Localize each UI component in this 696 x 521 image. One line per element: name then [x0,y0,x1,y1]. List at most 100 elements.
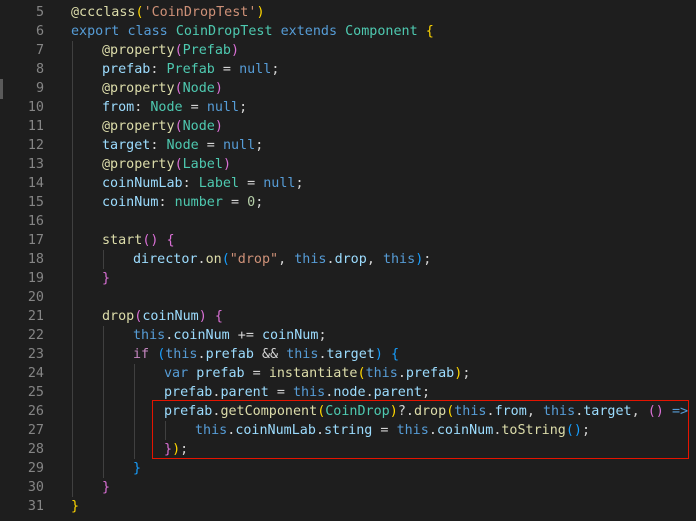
code-token: CoinDrop [325,404,390,419]
code-token: . [197,347,206,362]
code-token: Component [345,24,418,39]
code-text: start() { [102,231,175,250]
code-token: getComponent [220,404,318,419]
code-token: . [197,252,206,267]
code-text: prefab.parent = this.node.parent; [164,383,430,402]
code-line[interactable]: 18 director.on("drop", this.drop, this); [0,250,696,269]
indent-guide [72,459,73,478]
code-token: ; [255,138,264,153]
indent-guide [72,231,73,250]
code-line[interactable]: 30} [0,478,696,497]
code-token: prefab [164,385,213,400]
code-text: if (this.prefab && this.target) { [133,345,399,364]
code-token: } [71,499,80,514]
code-line[interactable]: 9 @property(Node) [0,79,696,98]
indent-guide [165,421,166,440]
line-number: 23 [27,347,44,362]
line-number: 26 [27,404,44,419]
code-line[interactable]: 17 start() { [0,231,696,250]
code-text: var prefab = instantiate(this.prefab); [164,364,470,383]
code-token: node [333,385,366,400]
code-token: . [428,423,437,438]
code-token: from [494,404,527,419]
line-number: 9 [35,81,44,96]
code-line[interactable]: 15 coinNum: number = 0; [0,193,696,212]
code-line[interactable]: 16 [0,212,696,231]
line-number: 27 [27,423,44,438]
code-token: ; [422,385,431,400]
code-line[interactable]: 12 target: Node = null; [0,136,696,155]
code-line[interactable]: 13 @property(Label) [0,155,696,174]
code-text: } [133,459,141,478]
code-token: @property [102,157,175,172]
code-text: }); [164,440,188,459]
code-token: coinNum [102,195,159,210]
line-number: 14 [27,176,44,191]
code-token: from [102,100,135,115]
code-line[interactable]: 23 if (this.prefab && this.target) { [0,345,696,364]
code-line[interactable]: 24 var prefab = instantiate(this.prefab); [0,364,696,383]
code-line[interactable]: 14 coinNumLab: Label = null; [0,174,696,193]
code-line[interactable]: 29} [0,459,696,478]
indent-guide [103,250,104,269]
code-token: director [133,252,198,267]
code-text: from: Node = null; [102,98,247,117]
code-line[interactable]: 5 @ccclass('CoinDropTest') [0,3,696,22]
code-line[interactable]: 26 prefab.getComponent(CoinDrop)?.drop(th… [0,402,696,421]
code-line[interactable]: 22 this.coinNum += coinNum; [0,326,696,345]
code-token: . [326,252,335,267]
line-number: 19 [27,271,44,286]
indent-guide [72,364,73,383]
code-text: @property(Node) [102,79,223,98]
code-text: prefab.getComponent(CoinDrop)?.drop(this… [164,402,696,421]
code-line[interactable]: 28}); [0,440,696,459]
code-token: null [263,176,296,191]
code-token: () [647,404,664,419]
code-token: if [133,347,150,362]
code-token: target [326,347,375,362]
code-line[interactable]: 27 this.coinNumLab.string = this.coinNum.… [0,421,696,440]
code-text: @ccclass('CoinDropTest') [71,3,265,22]
code-token: ; [423,252,432,267]
code-token: target [583,404,632,419]
code-line[interactable]: 11 @property(Node) [0,117,696,136]
code-token: drop [102,309,135,324]
code-text: director.on("drop", this.drop, this); [133,250,431,269]
code-token: += [229,328,262,343]
code-token: number [174,195,223,210]
code-line[interactable]: 10 from: Node = null; [0,98,696,117]
code-token: ; [180,442,189,457]
code-line[interactable]: 31} [0,497,696,516]
code-token: coinNumLab [235,423,316,438]
indent-guide [103,345,104,364]
code-line[interactable]: 21 drop(coinNum) { [0,307,696,326]
code-line[interactable]: 7 @property(Prefab) [0,41,696,60]
code-token: ( [174,81,183,96]
indent-guide [72,402,73,421]
code-token: { [214,309,223,324]
code-line[interactable]: 19} [0,269,696,288]
code-token: ) [374,347,383,362]
code-token: coinNum [173,328,230,343]
code-token: this [294,252,327,267]
code-token: this [133,328,166,343]
line-number: 7 [35,43,44,58]
code-line[interactable]: 6 export class CoinDropTest extends Compo… [0,22,696,41]
code-token: { [166,233,175,248]
code-token: = [268,385,293,400]
line-number: 25 [27,385,44,400]
code-token: this [542,404,576,419]
code-line[interactable]: 25 prefab.parent = this.node.parent; [0,383,696,402]
code-token: ) [214,81,223,96]
code-token: = [182,100,207,115]
code-token: ) [172,442,181,457]
code-text: } [102,269,110,288]
code-line[interactable]: 8 prefab: Prefab = null; [0,60,696,79]
code-editor[interactable]: 5 @ccclass('CoinDropTest') 6 export class C… [0,0,696,521]
code-line[interactable]: 20 [0,288,696,307]
